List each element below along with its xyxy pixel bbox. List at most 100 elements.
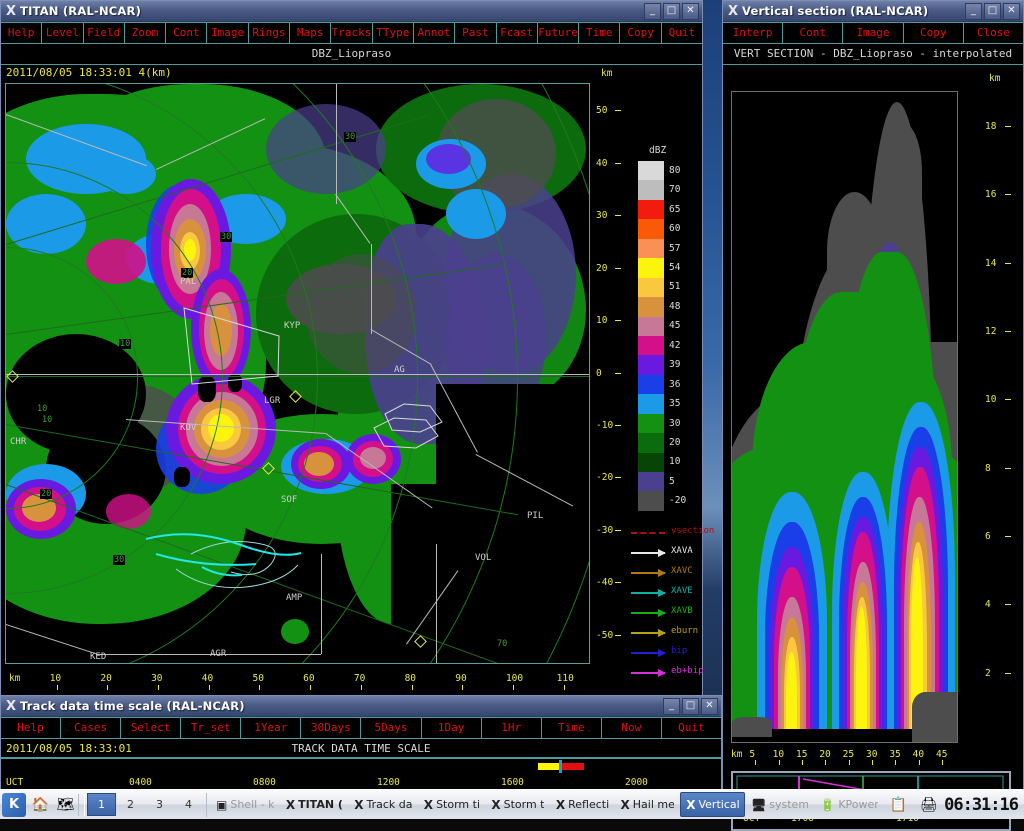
menu-zoom[interactable]: Zoom bbox=[125, 23, 167, 43]
x-tick bbox=[208, 685, 210, 690]
start-menu-button[interactable]: K bbox=[2, 792, 26, 817]
task-button[interactable]: X Storm t bbox=[485, 792, 550, 817]
menu-maps[interactable]: Maps bbox=[290, 23, 332, 43]
menu-cont[interactable]: Cont bbox=[166, 23, 208, 43]
colorbar-band bbox=[638, 413, 664, 434]
menu-copy[interactable]: Copy bbox=[904, 23, 964, 43]
menu-close[interactable]: Close bbox=[964, 23, 1023, 43]
menu-cases[interactable]: Cases bbox=[61, 718, 122, 738]
menu-rings[interactable]: Rings bbox=[249, 23, 291, 43]
titan-window[interactable]: X TITAN (RAL-NCAR) _ □ ✕ Help Level Fiel… bbox=[0, 0, 714, 710]
track-marker-yellow[interactable] bbox=[538, 763, 560, 770]
vsection-plot[interactable] bbox=[731, 91, 958, 743]
menu-now[interactable]: Now bbox=[602, 718, 662, 738]
maximize-icon[interactable]: □ bbox=[663, 2, 680, 20]
task-button[interactable]: X Reflecti bbox=[550, 792, 615, 817]
vsection-y-tick-label: 6 bbox=[985, 531, 991, 543]
menu-annot[interactable]: Annot bbox=[414, 23, 456, 43]
menu-help[interactable]: Help bbox=[1, 718, 62, 738]
menu-image[interactable]: Image bbox=[843, 23, 904, 43]
menu-field[interactable]: Field bbox=[84, 23, 125, 43]
vsection-x-tick-label: 25 bbox=[842, 749, 855, 760]
vertical-section-window[interactable]: X Vertical section (RAL-NCAR) _ □ ✕ Inte… bbox=[722, 0, 1024, 831]
task-button[interactable]: X Storm ti bbox=[418, 792, 486, 817]
menu-future[interactable]: Future bbox=[538, 23, 580, 43]
menu-time[interactable]: Time bbox=[579, 23, 621, 43]
menu-copy[interactable]: Copy bbox=[620, 23, 662, 43]
menu-select[interactable]: Select bbox=[121, 718, 182, 738]
menu-1hr[interactable]: 1Hr bbox=[482, 718, 542, 738]
menu-ttype[interactable]: TType bbox=[373, 23, 414, 43]
menu-tracks[interactable]: Tracks bbox=[331, 23, 373, 43]
y-tick-label: -20 bbox=[596, 472, 614, 484]
close-icon[interactable]: ✕ bbox=[1003, 2, 1020, 20]
track-data-window[interactable]: X Track data time scale (RAL-NCAR) _ □ ✕… bbox=[0, 695, 722, 799]
menu-fcast[interactable]: Fcast bbox=[497, 23, 538, 43]
vsection-menu-bar[interactable]: Interp Cont Image Copy Close bbox=[723, 22, 1023, 44]
menu-trset[interactable]: Tr_set bbox=[181, 718, 242, 738]
legend-label: bip bbox=[671, 646, 688, 656]
menu-1day[interactable]: 1Day bbox=[422, 718, 482, 738]
minimize-icon[interactable]: _ bbox=[644, 2, 661, 20]
arrow-icon bbox=[631, 569, 666, 577]
help-icon[interactable]: 🗺 bbox=[55, 794, 76, 815]
system-tray[interactable]: 📋 🖨 06:31:16 bbox=[884, 794, 1024, 815]
maximize-icon[interactable]: □ bbox=[984, 2, 1001, 20]
task-button[interactable]: ▣ Shell - k bbox=[210, 792, 280, 817]
desktop-button-2[interactable]: 2 bbox=[116, 793, 145, 816]
x-tick-label: 10 bbox=[49, 673, 62, 684]
task-list[interactable]: ▣ Shell - k X TITAN (X Track da X Storm ti X Sto… bbox=[210, 792, 884, 817]
x-tick bbox=[310, 685, 312, 690]
track-menu-bar[interactable]: Help Cases Select Tr_set 1Year 30Days 5D… bbox=[1, 717, 721, 739]
desktop-button-1[interactable]: 1 bbox=[87, 793, 116, 816]
track-marker-red[interactable] bbox=[562, 763, 584, 770]
colorbar-tick-label: 60 bbox=[669, 223, 681, 235]
menu-interp[interactable]: Interp bbox=[723, 23, 784, 43]
menu-quit[interactable]: Quit bbox=[662, 23, 702, 43]
menu-quit[interactable]: Quit bbox=[662, 718, 721, 738]
taskbar[interactable]: K 🏠 🗺 1234 ▣ Shell - k X TITAN (X Track da X S… bbox=[0, 789, 1024, 819]
track-titlebar[interactable]: X Track data time scale (RAL-NCAR) _ □ ✕ bbox=[1, 696, 721, 717]
menu-time[interactable]: Time bbox=[542, 718, 602, 738]
vsection-x-tick bbox=[942, 760, 943, 765]
vsection-titlebar[interactable]: X Vertical section (RAL-NCAR) _ □ ✕ bbox=[723, 1, 1023, 22]
task-button[interactable]: X Vertical bbox=[680, 792, 746, 817]
radar-plot[interactable]: 30 20 10 10 20 30 30 10 70 80 PAL KYP LG… bbox=[5, 83, 590, 664]
titan-titlebar[interactable]: X TITAN (RAL-NCAR) _ □ ✕ bbox=[1, 1, 702, 22]
menu-past[interactable]: Past bbox=[455, 23, 497, 43]
maximize-icon[interactable]: □ bbox=[682, 697, 699, 715]
minimize-icon[interactable]: _ bbox=[965, 2, 982, 20]
close-icon[interactable]: ✕ bbox=[682, 2, 699, 20]
x-axis-unit: km bbox=[9, 673, 21, 684]
taskbar-separator bbox=[78, 793, 85, 816]
menu-image[interactable]: Image bbox=[207, 23, 249, 43]
y-tick-label: -10 bbox=[596, 419, 614, 431]
task-label: system bbox=[769, 798, 809, 811]
menu-level[interactable]: Level bbox=[42, 23, 84, 43]
menu-1year[interactable]: 1Year bbox=[241, 718, 302, 738]
menu-30days[interactable]: 30Days bbox=[301, 718, 362, 738]
desktop-button-3[interactable]: 3 bbox=[145, 793, 174, 816]
home-icon[interactable]: 🏠 bbox=[30, 794, 51, 815]
close-icon[interactable]: ✕ bbox=[701, 697, 718, 715]
colorbar-band bbox=[638, 472, 664, 492]
menu-5days[interactable]: 5Days bbox=[361, 718, 422, 738]
clock[interactable]: 06:31:16 bbox=[944, 795, 1019, 815]
vsection-header: VERT SECTION - DBZ_Liopraso - interpolat… bbox=[723, 44, 1023, 65]
titan-menu-bar[interactable]: Help Level Field Zoom Cont Image Rings M… bbox=[1, 22, 702, 44]
printer-icon[interactable]: 🖨 bbox=[918, 794, 939, 815]
task-button[interactable]: X Hail me bbox=[615, 792, 681, 817]
menu-cont[interactable]: Cont bbox=[783, 23, 844, 43]
klipper-icon[interactable]: 📋 bbox=[888, 794, 909, 815]
desktop-button-4[interactable]: 4 bbox=[174, 793, 203, 816]
task-button[interactable]: 🖥 system bbox=[745, 792, 814, 817]
track-tick-label: 1200 bbox=[377, 777, 400, 788]
task-button[interactable]: 🔋 KPower bbox=[814, 792, 884, 817]
dashed-line-icon bbox=[631, 532, 665, 534]
y-tick-label: -50 bbox=[596, 629, 614, 641]
desktop-switcher[interactable]: 1234 bbox=[87, 793, 203, 816]
task-button[interactable]: X Track da bbox=[348, 792, 418, 817]
menu-help[interactable]: Help bbox=[1, 23, 43, 43]
minimize-icon[interactable]: _ bbox=[663, 697, 680, 715]
task-button[interactable]: X TITAN ( bbox=[280, 792, 348, 817]
